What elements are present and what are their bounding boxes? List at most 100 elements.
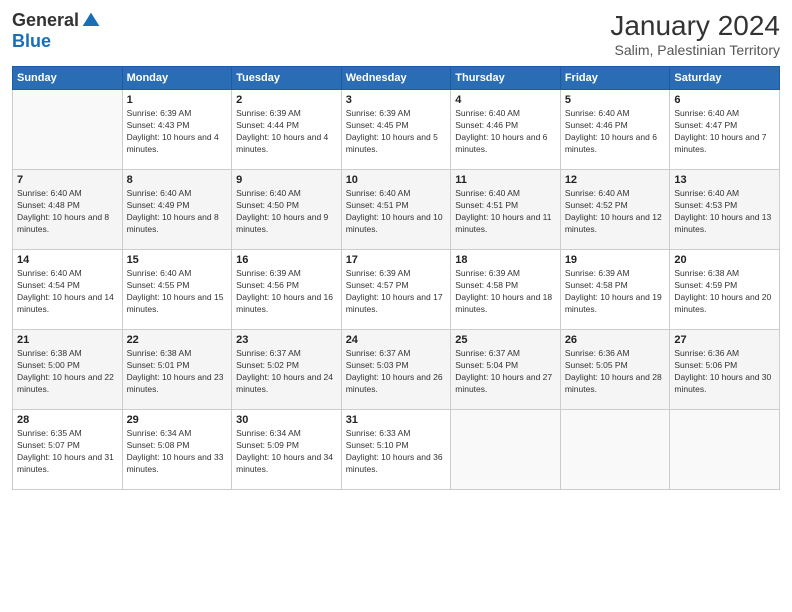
day-cell: 3 Sunrise: 6:39 AMSunset: 4:45 PMDaylight… [341, 90, 451, 170]
day-info: Sunrise: 6:39 AMSunset: 4:56 PMDaylight:… [236, 268, 337, 316]
day-cell: 18 Sunrise: 6:39 AMSunset: 4:58 PMDayligh… [451, 250, 561, 330]
header-day: Saturday [670, 67, 780, 90]
day-cell: 1 Sunrise: 6:39 AMSunset: 4:43 PMDaylight… [122, 90, 232, 170]
day-cell: 31Sunrise: 6:33 AMSunset: 5:10 PMDayligh… [341, 410, 451, 490]
day-cell: 21Sunrise: 6:38 AMSunset: 5:00 PMDayligh… [13, 330, 123, 410]
day-number: 13 [674, 174, 775, 186]
day-info: Sunrise: 6:40 AMSunset: 4:53 PMDaylight:… [674, 188, 775, 236]
day-cell: 12 Sunrise: 6:40 AMSunset: 4:52 PMDayligh… [560, 170, 670, 250]
day-info: Sunrise: 6:40 AMSunset: 4:48 PMDaylight:… [17, 188, 118, 236]
day-cell: 25 Sunrise: 6:37 AMSunset: 5:04 PMDayligh… [451, 330, 561, 410]
day-number: 5 [565, 94, 666, 106]
day-cell [670, 410, 780, 490]
day-number: 29 [127, 414, 228, 426]
day-cell [560, 410, 670, 490]
subtitle: Salim, Palestinian Territory [610, 42, 780, 58]
day-cell: 30Sunrise: 6:34 AMSunset: 5:09 PMDayligh… [232, 410, 342, 490]
day-number: 26 [565, 334, 666, 346]
header: General Blue January 2024 Salim, Palesti… [12, 10, 780, 58]
day-number: 27 [674, 334, 775, 346]
header-row: SundayMondayTuesdayWednesdayThursdayFrid… [13, 67, 780, 90]
day-info: Sunrise: 6:40 AMSunset: 4:51 PMDaylight:… [455, 188, 556, 236]
day-number: 16 [236, 254, 337, 266]
day-number: 8 [127, 174, 228, 186]
day-cell: 22 Sunrise: 6:38 AMSunset: 5:01 PMDayligh… [122, 330, 232, 410]
day-number: 25 [455, 334, 556, 346]
logo: General Blue [12, 10, 101, 52]
header-day: Sunday [13, 67, 123, 90]
day-number: 18 [455, 254, 556, 266]
day-info: Sunrise: 6:40 AMSunset: 4:49 PMDaylight:… [127, 188, 228, 236]
day-cell: 2Sunrise: 6:39 AMSunset: 4:44 PMDaylight… [232, 90, 342, 170]
logo-general: General [12, 10, 79, 31]
day-info: Sunrise: 6:38 AMSunset: 5:01 PMDaylight:… [127, 348, 228, 396]
header-day: Tuesday [232, 67, 342, 90]
day-number: 28 [17, 414, 118, 426]
day-cell: 15 Sunrise: 6:40 AMSunset: 4:55 PMDayligh… [122, 250, 232, 330]
day-info: Sunrise: 6:40 AMSunset: 4:50 PMDaylight:… [236, 188, 337, 236]
header-day: Friday [560, 67, 670, 90]
day-cell: 6 Sunrise: 6:40 AMSunset: 4:47 PMDaylight… [670, 90, 780, 170]
day-cell: 20 Sunrise: 6:38 AMSunset: 4:59 PMDayligh… [670, 250, 780, 330]
day-number: 14 [17, 254, 118, 266]
day-cell: 26 Sunrise: 6:36 AMSunset: 5:05 PMDayligh… [560, 330, 670, 410]
day-number: 12 [565, 174, 666, 186]
month-title: January 2024 [610, 10, 780, 42]
day-cell: 14 Sunrise: 6:40 AMSunset: 4:54 PMDayligh… [13, 250, 123, 330]
day-info: Sunrise: 6:37 AMSunset: 5:04 PMDaylight:… [455, 348, 556, 396]
logo-icon [81, 11, 101, 31]
day-info: Sunrise: 6:40 AMSunset: 4:46 PMDaylight:… [455, 108, 556, 156]
day-cell: 23Sunrise: 6:37 AMSunset: 5:02 PMDayligh… [232, 330, 342, 410]
day-number: 31 [346, 414, 447, 426]
day-cell: 17Sunrise: 6:39 AMSunset: 4:57 PMDayligh… [341, 250, 451, 330]
day-info: Sunrise: 6:37 AMSunset: 5:03 PMDaylight:… [346, 348, 447, 396]
day-info: Sunrise: 6:39 AMSunset: 4:45 PMDaylight:… [346, 108, 447, 156]
day-info: Sunrise: 6:37 AMSunset: 5:02 PMDaylight:… [236, 348, 337, 396]
day-number: 4 [455, 94, 556, 106]
day-info: Sunrise: 6:40 AMSunset: 4:55 PMDaylight:… [127, 268, 228, 316]
day-number: 1 [127, 94, 228, 106]
week-row: 1 Sunrise: 6:39 AMSunset: 4:43 PMDaylight… [13, 90, 780, 170]
day-info: Sunrise: 6:40 AMSunset: 4:52 PMDaylight:… [565, 188, 666, 236]
day-cell: 10 Sunrise: 6:40 AMSunset: 4:51 PMDayligh… [341, 170, 451, 250]
day-info: Sunrise: 6:39 AMSunset: 4:58 PMDaylight:… [565, 268, 666, 316]
logo-text: General [12, 10, 101, 31]
week-row: 14 Sunrise: 6:40 AMSunset: 4:54 PMDayligh… [13, 250, 780, 330]
day-cell: 8 Sunrise: 6:40 AMSunset: 4:49 PMDaylight… [122, 170, 232, 250]
day-cell [13, 90, 123, 170]
day-number: 20 [674, 254, 775, 266]
calendar-table: SundayMondayTuesdayWednesdayThursdayFrid… [12, 66, 780, 490]
main-container: General Blue January 2024 Salim, Palesti… [0, 0, 792, 500]
day-info: Sunrise: 6:38 AMSunset: 4:59 PMDaylight:… [674, 268, 775, 316]
day-number: 3 [346, 94, 447, 106]
day-cell: 13 Sunrise: 6:40 AMSunset: 4:53 PMDayligh… [670, 170, 780, 250]
day-cell: 28 Sunrise: 6:35 AMSunset: 5:07 PMDayligh… [13, 410, 123, 490]
day-number: 6 [674, 94, 775, 106]
day-info: Sunrise: 6:39 AMSunset: 4:58 PMDaylight:… [455, 268, 556, 316]
day-number: 19 [565, 254, 666, 266]
day-info: Sunrise: 6:40 AMSunset: 4:47 PMDaylight:… [674, 108, 775, 156]
week-row: 21Sunrise: 6:38 AMSunset: 5:00 PMDayligh… [13, 330, 780, 410]
day-number: 11 [455, 174, 556, 186]
day-cell: 29Sunrise: 6:34 AMSunset: 5:08 PMDayligh… [122, 410, 232, 490]
day-cell: 24Sunrise: 6:37 AMSunset: 5:03 PMDayligh… [341, 330, 451, 410]
day-number: 7 [17, 174, 118, 186]
day-cell: 16 Sunrise: 6:39 AMSunset: 4:56 PMDayligh… [232, 250, 342, 330]
day-info: Sunrise: 6:35 AMSunset: 5:07 PMDaylight:… [17, 428, 118, 476]
day-number: 15 [127, 254, 228, 266]
day-cell: 7 Sunrise: 6:40 AMSunset: 4:48 PMDaylight… [13, 170, 123, 250]
week-row: 7 Sunrise: 6:40 AMSunset: 4:48 PMDaylight… [13, 170, 780, 250]
day-number: 10 [346, 174, 447, 186]
day-info: Sunrise: 6:40 AMSunset: 4:51 PMDaylight:… [346, 188, 447, 236]
day-cell: 5 Sunrise: 6:40 AMSunset: 4:46 PMDaylight… [560, 90, 670, 170]
day-info: Sunrise: 6:39 AMSunset: 4:57 PMDaylight:… [346, 268, 447, 316]
day-cell: 27Sunrise: 6:36 AMSunset: 5:06 PMDayligh… [670, 330, 780, 410]
day-number: 22 [127, 334, 228, 346]
day-info: Sunrise: 6:39 AMSunset: 4:43 PMDaylight:… [127, 108, 228, 156]
header-day: Wednesday [341, 67, 451, 90]
day-info: Sunrise: 6:40 AMSunset: 4:54 PMDaylight:… [17, 268, 118, 316]
day-cell: 19 Sunrise: 6:39 AMSunset: 4:58 PMDayligh… [560, 250, 670, 330]
header-day: Thursday [451, 67, 561, 90]
day-info: Sunrise: 6:36 AMSunset: 5:05 PMDaylight:… [565, 348, 666, 396]
day-info: Sunrise: 6:40 AMSunset: 4:46 PMDaylight:… [565, 108, 666, 156]
